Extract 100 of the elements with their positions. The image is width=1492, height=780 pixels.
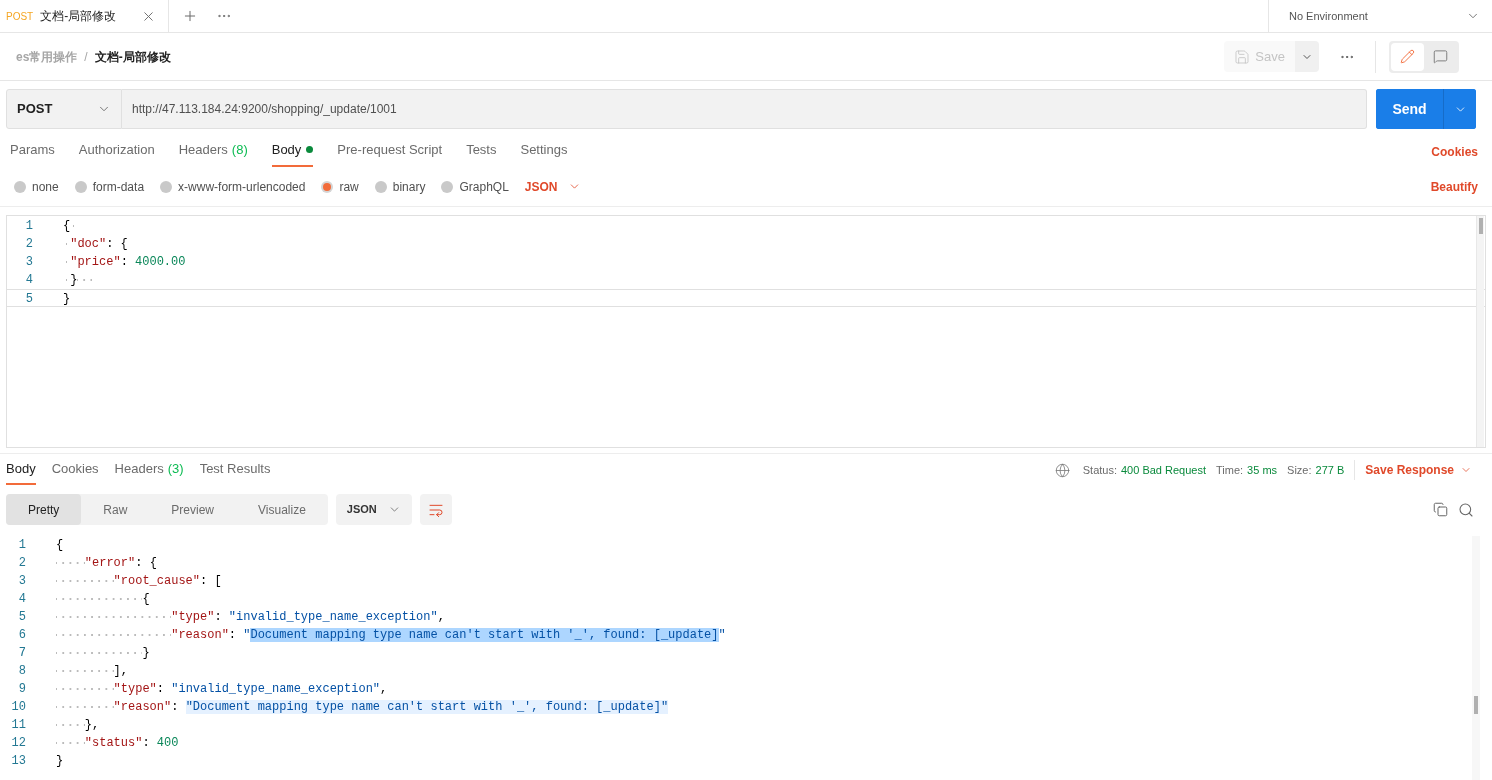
line-number: 11: [10, 717, 27, 734]
request-editor[interactable]: 1 { 2 "doc": { 3 "price": 4000.00 4 } 5 }: [6, 215, 1486, 448]
line-number: 4: [17, 591, 27, 608]
code-token: :: [142, 735, 151, 752]
code-token: :: [156, 681, 166, 698]
body-type-option[interactable]: raw: [321, 177, 359, 196]
comment-icon: [1433, 49, 1448, 64]
format-dropdown[interactable]: JSON: [335, 494, 412, 525]
code-token: "doc": [63, 235, 107, 253]
request-tab[interactable]: Body: [271, 139, 314, 167]
radio-button[interactable]: [441, 180, 454, 193]
search-icon[interactable]: [1458, 501, 1474, 518]
copy-icon[interactable]: [1433, 502, 1448, 517]
radio-button[interactable]: [160, 180, 173, 193]
meta-label: Time:: [1216, 462, 1244, 478]
view-mode-tab[interactable]: Preview: [149, 494, 237, 525]
code-token: }: [56, 644, 150, 662]
count-label: (3): [167, 460, 184, 476]
response-tab[interactable]: Test Results: [199, 458, 271, 485]
code-token: "error": [56, 554, 136, 572]
meta-value: 35 ms: [1247, 462, 1278, 478]
view-mode-tab[interactable]: Raw: [81, 494, 150, 525]
request-tab[interactable]: Params: [10, 139, 55, 167]
request-tab[interactable]: Authorization: [78, 139, 155, 167]
request-tab[interactable]: Tests: [466, 139, 497, 167]
code-token: }: [63, 291, 71, 306]
body-type-option[interactable]: binary: [374, 177, 426, 196]
beautify-link[interactable]: Beautify: [1430, 177, 1478, 196]
code-token: ": [718, 627, 726, 644]
line-number: 6: [17, 627, 27, 644]
plus-icon[interactable]: [182, 8, 198, 24]
request-tab[interactable]: Pre-request Script: [337, 139, 443, 167]
response-tab[interactable]: Body: [6, 458, 36, 485]
code-token: : {: [135, 555, 157, 572]
count-label: (8): [231, 140, 248, 159]
response-tab[interactable]: Headers (3): [114, 458, 184, 485]
meta-value: 277 B: [1315, 462, 1345, 478]
code-token: 4000.00: [135, 254, 186, 271]
request-tab[interactable]: Headers (8): [178, 139, 248, 167]
code-token: "reason": [56, 698, 172, 716]
line-number: 7: [17, 645, 27, 662]
code-token: "invalid_type_name_exception": [171, 681, 381, 698]
wrap-button[interactable]: [419, 494, 452, 525]
tab-title: 文档-局部修改: [40, 8, 117, 25]
globe-icon[interactable]: [1054, 462, 1070, 478]
save-response-button[interactable]: Save Response: [1365, 461, 1472, 479]
line-number: 12: [10, 735, 27, 752]
line-number: 3: [17, 573, 27, 590]
cookies-link[interactable]: Cookies: [1431, 143, 1478, 167]
line-number: 2: [17, 555, 27, 572]
body-type-option[interactable]: GraphQL: [441, 177, 509, 196]
body-type-option[interactable]: none: [14, 177, 59, 196]
code-token: ": [243, 627, 251, 644]
code-token: "type": [56, 680, 157, 698]
radio-button[interactable]: [374, 180, 387, 193]
code-token: 400: [156, 735, 179, 752]
pencil-icon: [1400, 49, 1415, 64]
line-number: 13: [10, 753, 27, 770]
body-type-option[interactable]: x-www-form-urlencoded: [160, 177, 306, 196]
code-token: :: [214, 609, 223, 626]
line-number: 1: [17, 537, 27, 554]
method-label: POST: [6, 9, 34, 24]
radio-button[interactable]: [74, 180, 87, 193]
meta-value: 400 Bad Request: [1121, 462, 1206, 478]
code-token: ,: [380, 681, 388, 698]
format-dropdown[interactable]: JSON: [524, 177, 581, 196]
view-mode-tab[interactable]: Visualize: [236, 494, 328, 525]
breadcrumb-separator: /: [84, 48, 88, 66]
line-number: 8: [17, 663, 27, 680]
body-type-option[interactable]: form-data: [74, 177, 145, 196]
environment-dropdown[interactable]: No Environment: [1268, 0, 1492, 32]
code-token: "type": [56, 608, 215, 626]
send-dropdown-button[interactable]: [1443, 89, 1476, 129]
code-token: "root_cause": [56, 572, 201, 590]
line-number: 9: [17, 681, 27, 698]
code-token: {: [56, 590, 150, 608]
code-token: :: [171, 699, 180, 716]
response-tab[interactable]: Cookies: [51, 458, 99, 485]
method-dropdown[interactable]: POST: [6, 89, 122, 129]
edit-button[interactable]: [1391, 42, 1424, 71]
code-token: "price": [63, 253, 121, 271]
url-field[interactable]: http://47.113.184.24:9200/shopping/_update/1001: [122, 89, 1367, 129]
code-token: ,: [437, 609, 445, 626]
code-token: "invalid_type_name_exception": [228, 609, 438, 626]
radio-button[interactable]: [321, 180, 334, 193]
code-token: }: [63, 271, 92, 289]
meta-label: Status:: [1082, 462, 1117, 478]
line-number: 10: [10, 699, 27, 716]
code-token: }: [56, 753, 64, 770]
code-token: :: [120, 254, 129, 271]
line-number: 2: [24, 236, 34, 253]
request-tab[interactable]: Settings: [520, 139, 568, 167]
line-number: 4: [24, 272, 34, 289]
code-token: "status": [56, 734, 143, 752]
view-mode-tab[interactable]: Pretty: [6, 494, 82, 525]
line-number: 1: [24, 218, 34, 235]
request-name: 文档-局部修改: [94, 48, 171, 66]
code-token: : [: [200, 573, 222, 590]
code-token: {: [63, 217, 78, 235]
radio-button[interactable]: [14, 180, 26, 193]
